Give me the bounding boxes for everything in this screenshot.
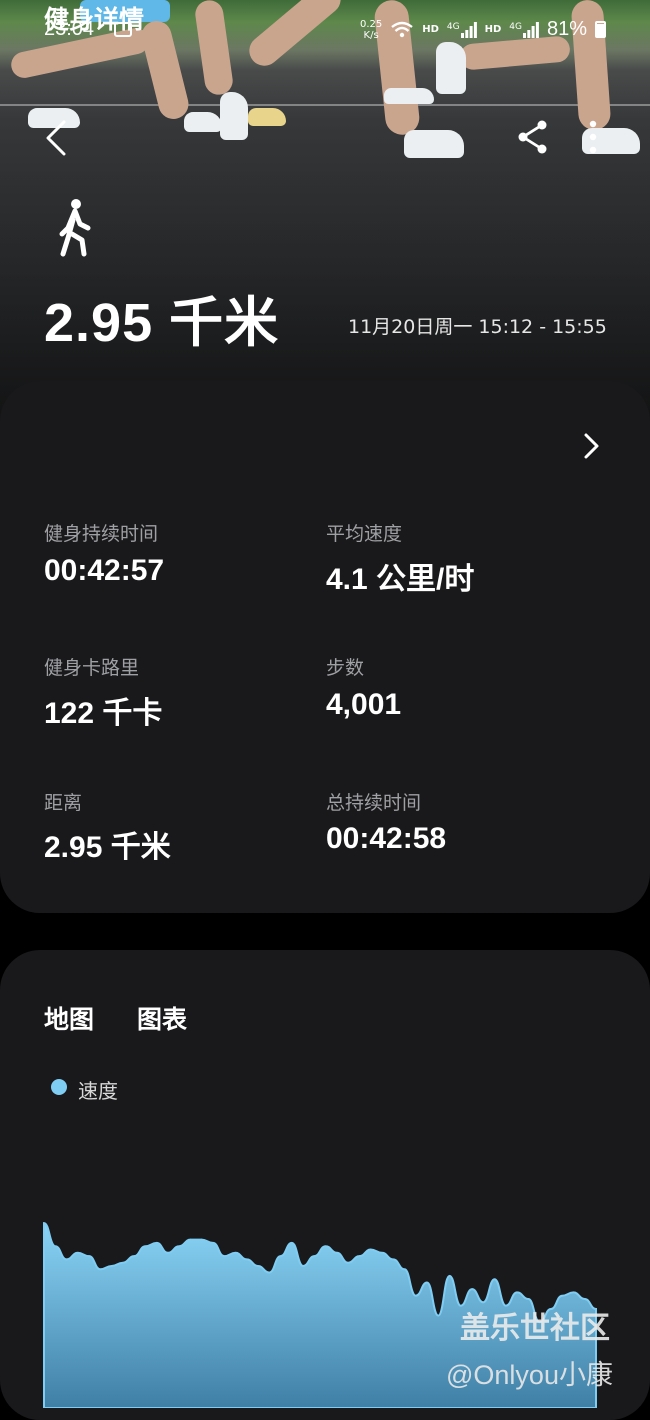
network-speed-unit: K/s xyxy=(363,29,379,41)
signal-bars-icon xyxy=(522,21,539,38)
photo-shoe xyxy=(384,88,434,104)
stat-value-total-duration: 00:42:58 xyxy=(326,822,447,855)
signal-label-2: 4G xyxy=(509,21,522,32)
tab-map[interactable]: 地图 xyxy=(44,1000,94,1036)
back-button[interactable] xyxy=(40,118,74,158)
photo-shoe xyxy=(404,130,464,158)
speed-data-point xyxy=(381,1252,383,1254)
details-title[interactable]: 健身详情 xyxy=(44,0,144,36)
chevron-right-icon xyxy=(584,433,599,459)
speed-data-point xyxy=(347,1261,350,1264)
speed-data-point xyxy=(527,1298,530,1300)
stat-value-steps: 4,001 xyxy=(326,688,402,721)
watermark-author: @Onlyou小康 xyxy=(446,1360,613,1390)
wifi-icon xyxy=(391,21,413,37)
signal-icon: 4G xyxy=(446,21,477,38)
tab-chart[interactable]: 图表 xyxy=(137,1000,187,1036)
speed-data-point xyxy=(493,1278,496,1280)
status-indicators: 0.25 K/s HD 4G HD 4G 81% xyxy=(360,18,606,41)
speed-data-point xyxy=(223,1255,225,1257)
speed-data-point xyxy=(471,1288,473,1290)
network-speed: 0.25 K/s xyxy=(360,19,382,41)
speed-data-point xyxy=(516,1291,518,1294)
speed-data-point xyxy=(369,1248,372,1251)
speed-data-point xyxy=(200,1238,203,1241)
stat-value-duration: 00:42:57 xyxy=(44,554,165,587)
speed-data-point xyxy=(133,1255,135,1257)
speed-data-point xyxy=(561,1294,563,1297)
speed-data-point xyxy=(291,1242,293,1244)
speed-data-point xyxy=(88,1255,90,1257)
speed-data-point xyxy=(437,1314,440,1317)
legend-dot-speed xyxy=(51,1079,67,1095)
speed-data-point xyxy=(583,1298,586,1300)
speed-data-point xyxy=(155,1242,158,1244)
workout-date-range: 11月20日周一 15:12 - 15:55 xyxy=(348,316,607,338)
stat-label-calories: 健身卡路里 xyxy=(44,657,140,679)
battery-icon xyxy=(595,21,606,38)
share-button[interactable] xyxy=(514,118,552,156)
road-marking xyxy=(0,104,650,106)
more-vertical-icon xyxy=(589,120,597,154)
speed-data-point xyxy=(178,1245,180,1247)
stat-label-distance: 距离 xyxy=(44,792,83,814)
speed-data-point xyxy=(110,1265,113,1267)
stat-label-avg-speed: 平均速度 xyxy=(326,523,403,545)
photo-shoe xyxy=(248,108,286,126)
speed-data-point xyxy=(99,1268,102,1271)
walking-icon xyxy=(59,199,91,257)
total-distance: 2.95 千米 xyxy=(44,293,280,353)
legend-label-speed: 速度 xyxy=(78,1079,118,1103)
speed-data-point xyxy=(415,1294,417,1297)
speed-data-point xyxy=(144,1245,147,1247)
more-options-button[interactable] xyxy=(578,118,608,156)
signal-bars-icon xyxy=(460,21,477,38)
hd-label-1: HD xyxy=(422,24,439,35)
speed-data-point xyxy=(65,1258,68,1261)
chevron-left-icon xyxy=(46,120,66,156)
speed-data-point xyxy=(167,1252,169,1254)
speed-data-point xyxy=(212,1242,214,1244)
speed-data-point xyxy=(189,1238,192,1241)
speed-data-point xyxy=(572,1291,575,1294)
stat-value-distance: 2.95 千米 xyxy=(44,831,171,864)
speed-data-point xyxy=(279,1255,282,1257)
speed-data-point xyxy=(268,1271,271,1274)
speed-data-point xyxy=(302,1265,304,1267)
speed-data-point xyxy=(358,1255,361,1257)
stat-value-calories: 122 千卡 xyxy=(44,697,163,730)
details-expand-button[interactable] xyxy=(580,432,602,460)
network-speed-value: 0.25 xyxy=(359,18,383,30)
photo-shoe xyxy=(220,92,248,140)
speed-data-point xyxy=(77,1252,79,1254)
signal-label-1: 4G xyxy=(446,21,460,32)
speed-data-point xyxy=(324,1245,327,1247)
stat-label-duration: 健身持续时间 xyxy=(44,523,159,545)
speed-data-point xyxy=(403,1268,406,1271)
speed-data-point xyxy=(246,1258,248,1261)
speed-data-point xyxy=(43,1222,45,1224)
stat-label-steps: 步数 xyxy=(326,657,365,679)
watermark-community: 盖乐世社区 xyxy=(460,1311,610,1346)
speed-data-point xyxy=(122,1261,124,1264)
battery-percent: 81% xyxy=(546,18,587,40)
speed-data-point xyxy=(392,1258,395,1261)
speed-data-point xyxy=(336,1252,338,1254)
stat-label-total-duration: 总持续时间 xyxy=(326,792,422,814)
photo-shoe xyxy=(184,112,222,132)
speed-data-point xyxy=(54,1245,57,1247)
speed-data-point xyxy=(448,1275,451,1277)
speed-data-point xyxy=(426,1281,428,1284)
speed-data-point xyxy=(313,1255,316,1257)
hd-label-2: HD xyxy=(484,24,502,35)
speed-data-point xyxy=(234,1252,237,1254)
share-icon xyxy=(518,120,547,154)
signal-icon-2: 4G xyxy=(509,21,539,38)
stat-value-avg-speed: 4.1 公里/时 xyxy=(326,563,475,596)
speed-data-point xyxy=(257,1265,259,1267)
